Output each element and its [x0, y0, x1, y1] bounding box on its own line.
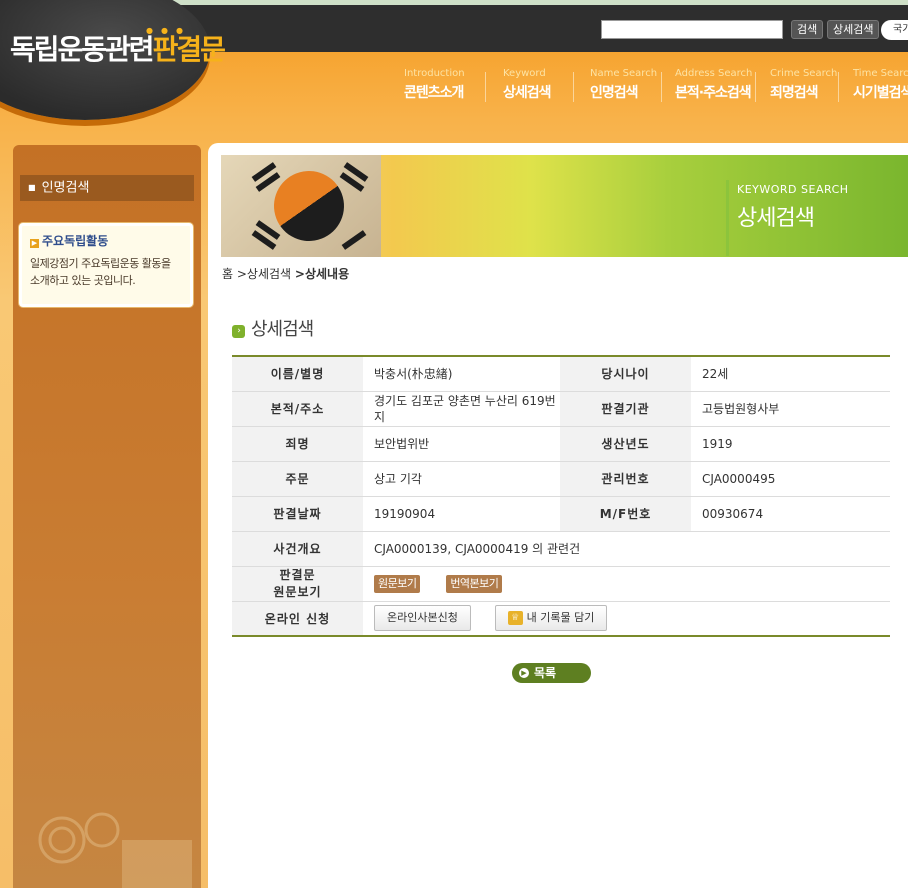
address-value: 경기도 김포군 양촌면 누산리 619번지 [363, 391, 560, 427]
breadcrumb-home[interactable]: 홈 [222, 267, 233, 281]
global-nav: Introduction 콘텐츠소개 Keyword 상세검색 Name Sea… [0, 68, 908, 108]
original-view-button[interactable]: 원문보기 [374, 574, 421, 593]
online-request-label: 온라인 신청 [232, 601, 363, 637]
address-label: 본적/주소 [232, 391, 363, 427]
mf-number-label: M/F번호 [560, 496, 691, 532]
add-to-my-records-button[interactable]: ♕ 내 기록물 담기 [494, 605, 608, 632]
list-button-label: 목록 [534, 666, 557, 680]
sidebar-item-label: 인명검색 [41, 180, 90, 196]
taegukgi-image [221, 155, 381, 257]
birth-year-value: 1919 [691, 426, 890, 462]
nav-item-name-search[interactable]: Name Search 인명검색 [590, 68, 657, 102]
table-row: 판결날짜 19190904 M/F번호 00930674 [232, 496, 890, 532]
breadcrumb-current: >상세내용 [294, 267, 350, 281]
nav-item-label: 콘텐츠소개 [404, 85, 464, 101]
nav-separator [573, 72, 574, 102]
table-row: 온라인 신청 온라인사본신청 ♕ 내 기록물 담기 [232, 601, 890, 637]
summary-value: CJA0000139, CJA0000419 의 관련건 [363, 531, 890, 567]
page-title: › 상세검색 [232, 315, 314, 341]
original-view-actions: 원문보기 번역본보기 [363, 566, 890, 602]
bullet-icon: ■ [28, 183, 36, 192]
table-row: 사건개요 CJA0000139, CJA0000419 의 관련건 [232, 531, 890, 567]
nav-item-en-label: Address Search [675, 68, 753, 79]
judgment-date-value: 19190904 [363, 496, 560, 532]
crime-value: 보안법위반 [363, 426, 560, 462]
list-button[interactable]: ▶ 목록 [512, 663, 591, 683]
nav-item-en-label: Keyword [503, 68, 546, 79]
name-label: 이름/별명 [232, 356, 363, 392]
detail-table: 이름/별명 박충서(朴忠緖) 당시나이 22세 본적/주소 경기도 김포군 양촌… [232, 355, 890, 637]
sidebar-box-title: ▶ 주요독립활동 [30, 232, 182, 249]
page-title-text: 상세검색 [251, 319, 314, 340]
court-value: 고등법원형사부 [691, 391, 890, 427]
nav-item-crime-search[interactable]: Crime Search 죄명검색 [770, 68, 837, 102]
online-request-actions: 온라인사본신청 ♕ 내 기록물 담기 [363, 601, 890, 637]
nav-item-label: 인명검색 [590, 85, 639, 101]
name-value: 박충서(朴忠緖) [363, 356, 560, 392]
arrow-icon: ▶ [30, 239, 39, 248]
chevron-right-icon: › [232, 325, 245, 338]
nav-item-en-label: Name Search [590, 68, 658, 79]
nav-item-label: 죄명검색 [770, 85, 819, 101]
logo-accent-text: 판결문 [152, 33, 226, 66]
nav-item-en-label: Time Search [853, 68, 908, 79]
summary-label: 사건개요 [232, 531, 363, 567]
online-copy-request-button[interactable]: 온라인사본신청 [374, 605, 471, 632]
table-row: 본적/주소 경기도 김포군 양촌면 누산리 619번지 판결기관 고등법원형사부 [232, 391, 890, 427]
sidebar-item-name-search[interactable]: ■ 인명검색 [20, 175, 194, 201]
age-label: 당시나이 [560, 356, 691, 392]
logo-dots-decoration: ●●● [146, 26, 191, 35]
nav-item-label: 상세검색 [503, 85, 552, 101]
arrow-right-icon: ▶ [519, 668, 529, 678]
nav-item-label: 시기별검색 [853, 85, 908, 101]
breadcrumb-level1[interactable]: >상세검색 [237, 267, 291, 281]
banner-divider [726, 180, 729, 256]
language-button[interactable]: 국가 [881, 20, 908, 40]
basket-icon: ♕ [507, 611, 523, 626]
cloud-pattern-decoration [38, 812, 192, 888]
mf-number-value: 00930674 [691, 496, 890, 532]
search-input[interactable] [601, 20, 783, 39]
nav-item-address-search[interactable]: Address Search 본적·주소검색 [675, 68, 752, 102]
trigram-mark [341, 230, 367, 250]
sidebar-box-title-text: 주요독립활동 [42, 234, 109, 248]
nav-item-time-search[interactable]: Time Search 시기별검색 [853, 68, 908, 102]
nav-separator [661, 72, 662, 102]
nav-item-en-label: Crime Search [770, 68, 838, 79]
order-value: 상고 기각 [363, 461, 560, 497]
search-button[interactable]: 검색 [791, 20, 824, 39]
sidebar-info-box[interactable]: ▶ 주요독립활동 일제강점기 주요독립운동 활동을 소개하고 있는 곳입니다. [19, 223, 193, 307]
translation-view-button[interactable]: 번역본보기 [446, 574, 503, 593]
original-view-label-line1: 판결문 [279, 567, 316, 582]
crime-label: 죄명 [232, 426, 363, 462]
table-row: 이름/별명 박충서(朴忠緖) 당시나이 22세 [232, 356, 890, 392]
order-label: 주문 [232, 461, 363, 497]
advanced-search-button[interactable]: 상세검색 [827, 20, 880, 39]
manage-number-value: CJA0000495 [691, 461, 890, 497]
banner-english-title: KEYWORD SEARCH [737, 183, 849, 196]
nav-item-keyword[interactable]: Keyword 상세검색 [503, 68, 552, 102]
nav-separator [755, 72, 756, 102]
table-row: 죄명 보안법위반 생산년도 1919 [232, 426, 890, 462]
nav-item-label: 본적·주소검색 [675, 85, 752, 101]
judgment-date-label: 판결날짜 [232, 496, 363, 532]
breadcrumb: 홈 >상세검색 >상세내용 [222, 265, 349, 282]
birth-year-label: 생산년도 [560, 426, 691, 462]
site-logo[interactable]: 독립운동관련판결문 [10, 28, 226, 68]
nav-separator [838, 72, 839, 102]
age-value: 22세 [691, 356, 890, 392]
nav-separator [485, 72, 486, 102]
manage-number-label: 관리번호 [560, 461, 691, 497]
add-to-my-records-label: 내 기록물 담기 [526, 611, 595, 625]
original-view-label: 판결문 원문보기 [232, 566, 363, 602]
sidebar-box-text: 일제강점기 주요독립운동 활동을 소개하고 있는 곳입니다. [30, 257, 171, 287]
nav-item-en-label: Introduction [404, 68, 465, 79]
logo-main-text: 독립운동관련 [10, 33, 155, 66]
table-row: 주문 상고 기각 관리번호 CJA0000495 [232, 461, 890, 497]
nav-item-introduction[interactable]: Introduction 콘텐츠소개 [404, 68, 465, 102]
table-row: 판결문 원문보기 원문보기 번역본보기 [232, 566, 890, 602]
original-view-label-line2: 원문보기 [273, 584, 322, 599]
banner-title: 상세검색 [737, 206, 815, 231]
court-label: 판결기관 [560, 391, 691, 427]
